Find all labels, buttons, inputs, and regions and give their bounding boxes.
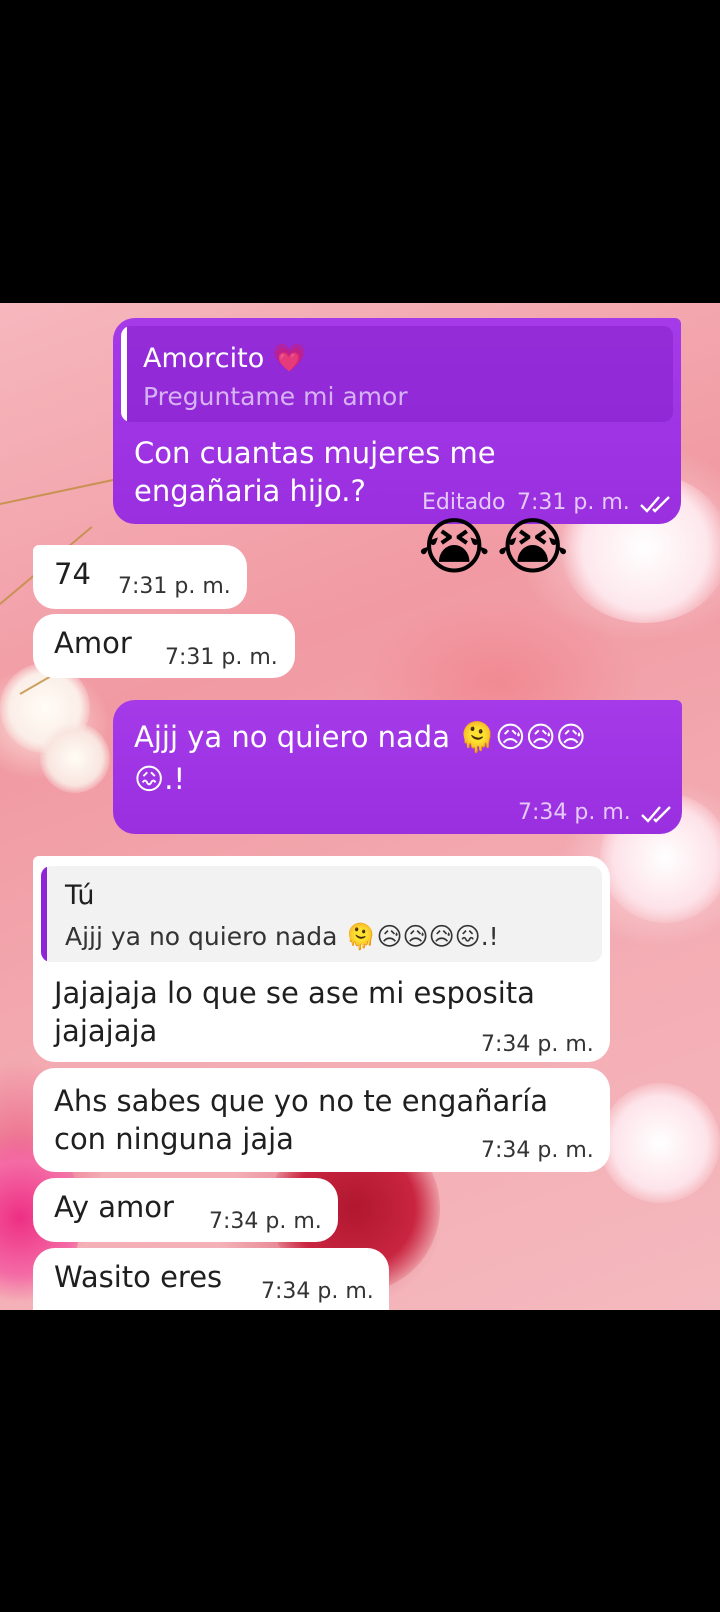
incoming-message[interactable]: Wasito eres 7:34 p. m. bbox=[33, 1248, 389, 1310]
top-black-bar bbox=[0, 0, 720, 303]
incoming-message[interactable]: Ahs sabes que yo no te engañaría con nin… bbox=[33, 1068, 610, 1172]
message-time: 7:34 p. m. bbox=[481, 1138, 594, 1163]
reply-quote[interactable]: Amorcito 💗 Preguntame mi amor bbox=[121, 326, 673, 422]
message-text: Jajajaja lo que se ase mi esposita bbox=[54, 976, 535, 1010]
message-time: 7:31 p. m. bbox=[165, 645, 278, 670]
message-time: 7:34 p. m. bbox=[261, 1279, 374, 1304]
message-text: Ay amor bbox=[54, 1190, 174, 1224]
outgoing-message[interactable]: Amorcito 💗 Preguntame mi amor Con cuanta… bbox=[113, 318, 681, 524]
incoming-message[interactable]: 74 7:31 p. m. bbox=[33, 545, 247, 609]
reply-quote-text: Preguntame mi amor bbox=[143, 382, 408, 411]
reply-quote[interactable]: Tú Ajjj ya no quiero nada 🫠😥😥😥😖.! bbox=[41, 866, 602, 962]
double-check-icon bbox=[641, 806, 671, 823]
message-text: Con cuantas mujeres me bbox=[134, 436, 496, 470]
message-text: Amor bbox=[54, 626, 132, 660]
reply-quote-bar bbox=[41, 866, 47, 962]
message-text: 😖.! bbox=[134, 762, 186, 796]
message-time: 7:31 p. m. bbox=[118, 574, 231, 599]
reply-quote-bar bbox=[121, 326, 127, 422]
outgoing-message[interactable]: Ajjj ya no quiero nada 🫠😥😥😥 😖.! 7:34 p. … bbox=[113, 700, 682, 834]
message-text: Wasito eres bbox=[54, 1260, 223, 1294]
reply-quote-author: Amorcito 💗 bbox=[143, 343, 307, 374]
message-time: 7:34 p. m. bbox=[518, 800, 631, 825]
message-text: 74 bbox=[54, 557, 91, 591]
bottom-black-bar bbox=[0, 1310, 720, 1612]
background-flower bbox=[600, 1083, 720, 1203]
message-text: engañaria hijo.? bbox=[134, 474, 366, 508]
message-text: Ahs sabes que yo no te engañaría bbox=[54, 1084, 549, 1118]
reply-quote-author: Tú bbox=[65, 880, 95, 911]
message-time: 7:34 p. m. bbox=[481, 1032, 594, 1057]
reaction-emojis: 😭😭 bbox=[418, 510, 575, 583]
message-text: Ajjj ya no quiero nada 🫠😥😥😥 bbox=[134, 720, 587, 754]
message-time: 7:34 p. m. bbox=[209, 1209, 322, 1234]
reply-quote-text: Ajjj ya no quiero nada 🫠😥😥😥😖.! bbox=[65, 922, 499, 951]
message-text: con ninguna jaja bbox=[54, 1122, 294, 1156]
incoming-message[interactable]: Amor 7:31 p. m. bbox=[33, 614, 295, 678]
incoming-message[interactable]: Ay amor 7:34 p. m. bbox=[33, 1178, 338, 1242]
double-check-icon bbox=[640, 496, 670, 513]
background-flower bbox=[40, 723, 110, 793]
message-text: jajajaja bbox=[54, 1014, 158, 1048]
incoming-message[interactable]: Tú Ajjj ya no quiero nada 🫠😥😥😥😖.! Jajaja… bbox=[33, 856, 610, 1062]
